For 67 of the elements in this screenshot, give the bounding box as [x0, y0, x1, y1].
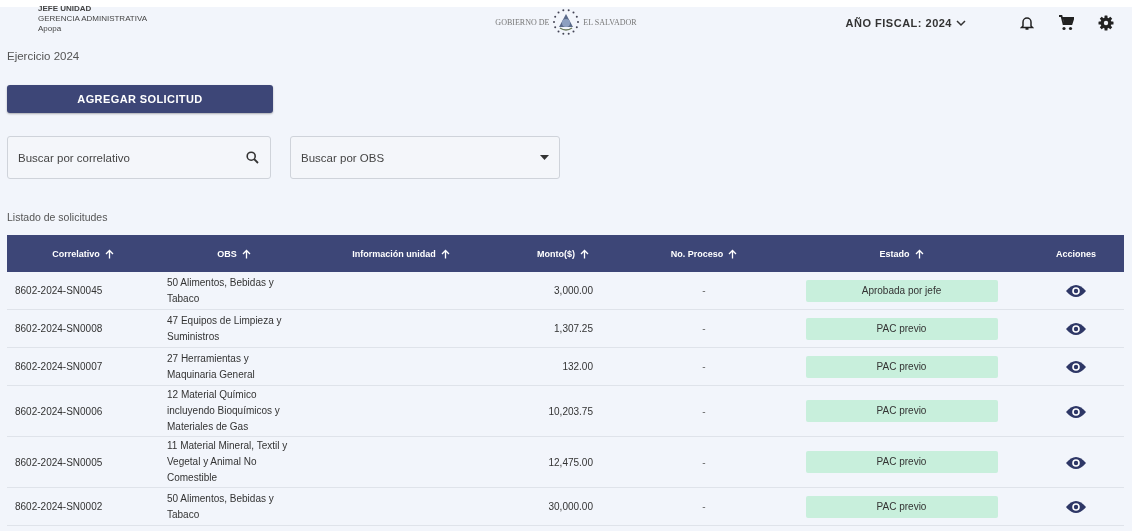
table-cell: 12,475.00: [548, 456, 593, 468]
table-cell: 1,307.25: [554, 323, 593, 334]
column-header[interactable]: Información unidad: [352, 248, 436, 259]
status-badge: PAC previo: [805, 400, 998, 422]
table-cell: 8602-2024-SN0005: [15, 456, 103, 468]
location-name: Apopa: [38, 24, 63, 34]
view-eye-icon[interactable]: [1065, 360, 1087, 375]
table-cell: 47 Equipos de Limpieza y Suministros: [167, 314, 282, 342]
table-cell: 11 Material Mineral, Textil y Vegetal y Animal No Comestible: [167, 440, 288, 483]
dropdown-caret-icon[interactable]: [540, 155, 549, 160]
sort-arrow-icon[interactable]: [914, 248, 924, 259]
exercise-label: Ejercicio 2024: [6, 50, 81, 62]
seal-icon: [552, 8, 581, 36]
table-cell: 27 Herramientas y Maquinaria General: [167, 352, 255, 380]
table-cell: -: [702, 323, 706, 334]
table-cell: 50 Alimentos, Bebidas y Tabaco: [167, 276, 274, 304]
table-cell: 12 Material Químico incluyendo Bioquímicos y Materiales de Gas: [167, 389, 280, 432]
sort-arrow-icon[interactable]: [728, 248, 738, 259]
column-header[interactable]: No. Proceso: [670, 248, 724, 259]
table-cell: -: [702, 501, 706, 512]
sort-arrow-icon[interactable]: [241, 248, 251, 259]
sort-arrow-icon[interactable]: [104, 248, 114, 259]
view-eye-icon[interactable]: [1065, 322, 1087, 337]
column-header[interactable]: Correlativo: [52, 248, 100, 259]
table-cell: -: [702, 405, 706, 417]
column-header[interactable]: Acciones: [1056, 248, 1096, 259]
settings-icon[interactable]: [1098, 15, 1114, 31]
obs-dropdown[interactable]: Buscar por OBS: [290, 136, 560, 179]
status-badge: Aprobada por jefe: [805, 279, 998, 302]
bell-icon[interactable]: [1020, 15, 1034, 31]
department-name: GERENCIA ADMINISTRATIVA: [38, 14, 149, 24]
sort-arrow-icon[interactable]: [580, 248, 589, 259]
status-badge: PAC previo: [805, 495, 998, 518]
table-cell: -: [702, 456, 706, 468]
sort-arrow-icon[interactable]: [440, 248, 450, 259]
column-header[interactable]: OBS: [217, 248, 237, 259]
chevron-down-icon[interactable]: [956, 19, 966, 27]
add-request-button[interactable]: AGREGAR SOLICITUD: [7, 85, 273, 113]
cart-icon[interactable]: [1058, 15, 1074, 31]
logo-text: GOBIERNO DE: [495, 17, 550, 27]
table-cell: 8602-2024-SN0007: [15, 361, 103, 372]
status-badge: PAC previo: [805, 317, 998, 340]
table-cell: 8602-2024-SN0006: [15, 405, 103, 417]
view-eye-icon[interactable]: [1065, 455, 1087, 470]
search-field[interactable]: Buscar por correlativo: [7, 136, 271, 179]
table-cell: 30,000.00: [548, 501, 593, 512]
status-badge: PAC previo: [805, 451, 998, 473]
table-cell: -: [702, 361, 706, 372]
view-eye-icon[interactable]: [1065, 404, 1087, 419]
table-cell: 10,203.75: [548, 405, 593, 417]
user-role: JEFE UNIDAD: [38, 4, 93, 14]
column-header[interactable]: Monto($): [537, 248, 575, 259]
table-cell: -: [702, 285, 706, 296]
status-badge: PAC previo: [805, 355, 998, 378]
search-icon[interactable]: [246, 151, 259, 164]
table-cell: 50 Alimentos, Bebidas y Tabaco: [167, 492, 274, 520]
table-cell: 8602-2024-SN0008: [15, 323, 103, 334]
table-cell: 132.00: [562, 361, 593, 372]
fiscal-year-dropdown[interactable]: AÑO FISCAL: 2024: [845, 17, 966, 29]
view-eye-icon[interactable]: [1065, 284, 1087, 299]
table-cell: 3,000.00: [554, 285, 593, 296]
list-title: Listado de solicitudes: [7, 211, 109, 223]
table-cell: 8602-2024-SN0045: [15, 285, 103, 296]
view-eye-icon[interactable]: [1065, 500, 1087, 515]
logo-text: EL SALVADOR: [583, 17, 637, 27]
column-header[interactable]: Estado: [879, 248, 910, 259]
table-cell: 8602-2024-SN0002: [15, 501, 103, 512]
